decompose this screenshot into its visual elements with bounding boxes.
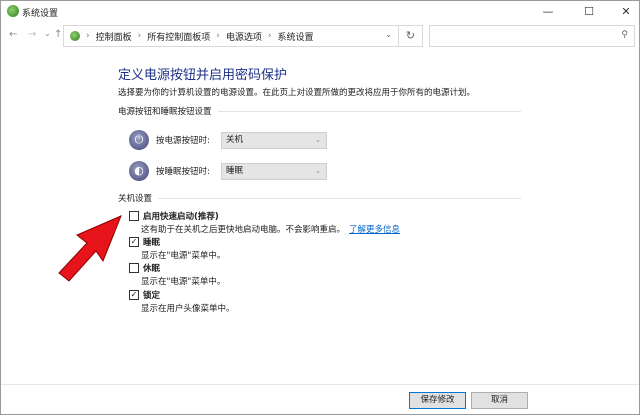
checkbox-label: 睡眠 bbox=[143, 238, 161, 248]
maximize-button[interactable]: ☐ bbox=[574, 3, 604, 21]
divider bbox=[217, 110, 521, 112]
address-bar[interactable]: › 控制面板 › 所有控制面板项 › 电源选项 › 系统设置 ⌄ bbox=[63, 25, 399, 47]
back-icon[interactable]: ← bbox=[9, 29, 17, 40]
refresh-button[interactable]: ↻ bbox=[399, 25, 423, 47]
breadcrumb-all-items[interactable]: 所有控制面板项 bbox=[147, 30, 210, 43]
forward-icon[interactable]: → bbox=[28, 29, 36, 40]
recent-locations-icon[interactable]: ⌄ bbox=[44, 29, 51, 38]
breadcrumb-separator: › bbox=[267, 31, 272, 41]
learn-more-link[interactable]: 了解更多信息 bbox=[349, 225, 400, 235]
checkbox-checked[interactable]: ✓ bbox=[129, 290, 139, 300]
search-icon: ⚲ bbox=[621, 30, 628, 40]
sleep-button-row: ◐ 按睡眠按钮时: 睡眠 ⌄ bbox=[129, 161, 327, 181]
lock-checkbox[interactable]: ✓ 锁定 bbox=[129, 289, 160, 301]
lock-description: 显示在用户头像菜单中。 bbox=[141, 304, 235, 314]
group-label: 关机设置 bbox=[118, 194, 153, 204]
breadcrumb-power-options[interactable]: 电源选项 bbox=[226, 30, 262, 43]
breadcrumb-separator: › bbox=[216, 31, 220, 41]
window: 系统设置 — ☐ ✕ ← → ⌄ ↑ › 控制面板 › 所有控制面板项 › 电源… bbox=[0, 0, 640, 415]
control-panel-icon bbox=[70, 31, 80, 41]
address-dropdown-icon[interactable]: ⌄ bbox=[385, 30, 392, 39]
sleep-button-value: 睡眠 bbox=[226, 165, 244, 176]
page-title: 定义电源按钮并启用密码保护 bbox=[118, 68, 288, 83]
title-bar: 系统设置 — ☐ ✕ bbox=[1, 1, 640, 23]
page-description: 选择要为你的计算机设置的电源设置。在此页上对设置所做的更改将应用于你所有的电源计… bbox=[118, 88, 476, 98]
power-button-select[interactable]: 关机 ⌄ bbox=[221, 131, 327, 149]
fast-startup-checkbox[interactable]: 启用快速启动(推荐) bbox=[129, 210, 219, 222]
sleep-button-label: 按睡眠按钮时: bbox=[156, 167, 210, 177]
sleep-moon-icon: ◐ bbox=[129, 161, 149, 181]
chevron-down-icon: ⌄ bbox=[315, 166, 321, 175]
divider bbox=[158, 197, 521, 199]
close-button[interactable]: ✕ bbox=[611, 3, 640, 21]
sleep-button-select[interactable]: 睡眠 ⌄ bbox=[221, 162, 327, 180]
up-icon[interactable]: ↑ bbox=[54, 29, 62, 40]
window-title: 系统设置 bbox=[22, 9, 59, 19]
breadcrumb-separator: › bbox=[86, 31, 90, 41]
breadcrumb-system-settings[interactable]: 系统设置 bbox=[277, 30, 313, 43]
red-arrow-annotation bbox=[58, 215, 122, 282]
power-buttons-group: 电源按钮和睡眠按钮设置 bbox=[118, 105, 521, 117]
group-label: 电源按钮和睡眠按钮设置 bbox=[118, 107, 212, 117]
footer-divider bbox=[1, 384, 639, 385]
sleep-description: 显示在"电源"菜单中。 bbox=[141, 251, 226, 261]
hibernate-checkbox[interactable]: 休眠 bbox=[129, 262, 160, 274]
shutdown-group: 关机设置 bbox=[118, 192, 521, 204]
power-button-label: 按电源按钮时: bbox=[156, 136, 210, 146]
cancel-button[interactable]: 取消 bbox=[471, 392, 528, 409]
breadcrumb-control-panel[interactable]: 控制面板 bbox=[96, 30, 132, 43]
minimize-button[interactable]: — bbox=[533, 3, 563, 21]
description-text: 这有助于在关机之后更快地启动电脑。不会影响重启。 bbox=[141, 225, 346, 235]
chevron-down-icon: ⌄ bbox=[315, 135, 321, 144]
power-button-row: ⏻ 按电源按钮时: 关机 ⌄ bbox=[129, 130, 327, 150]
breadcrumb-separator: › bbox=[137, 31, 142, 41]
power-button-value: 关机 bbox=[226, 134, 244, 145]
checkbox-label: 启用快速启动(推荐) bbox=[143, 212, 219, 222]
app-icon bbox=[7, 5, 19, 17]
hibernate-description: 显示在"电源"菜单中。 bbox=[141, 277, 226, 287]
fast-startup-description: 这有助于在关机之后更快地启动电脑。不会影响重启。 了解更多信息 bbox=[141, 223, 400, 235]
sleep-checkbox[interactable]: ✓ 睡眠 bbox=[129, 236, 160, 248]
power-icon: ⏻ bbox=[129, 130, 149, 150]
checkbox-label: 休眠 bbox=[143, 264, 161, 274]
save-button[interactable]: 保存修改 bbox=[409, 392, 466, 409]
search-input[interactable]: ⚲ bbox=[429, 25, 635, 47]
checkbox-label: 锁定 bbox=[143, 291, 161, 301]
